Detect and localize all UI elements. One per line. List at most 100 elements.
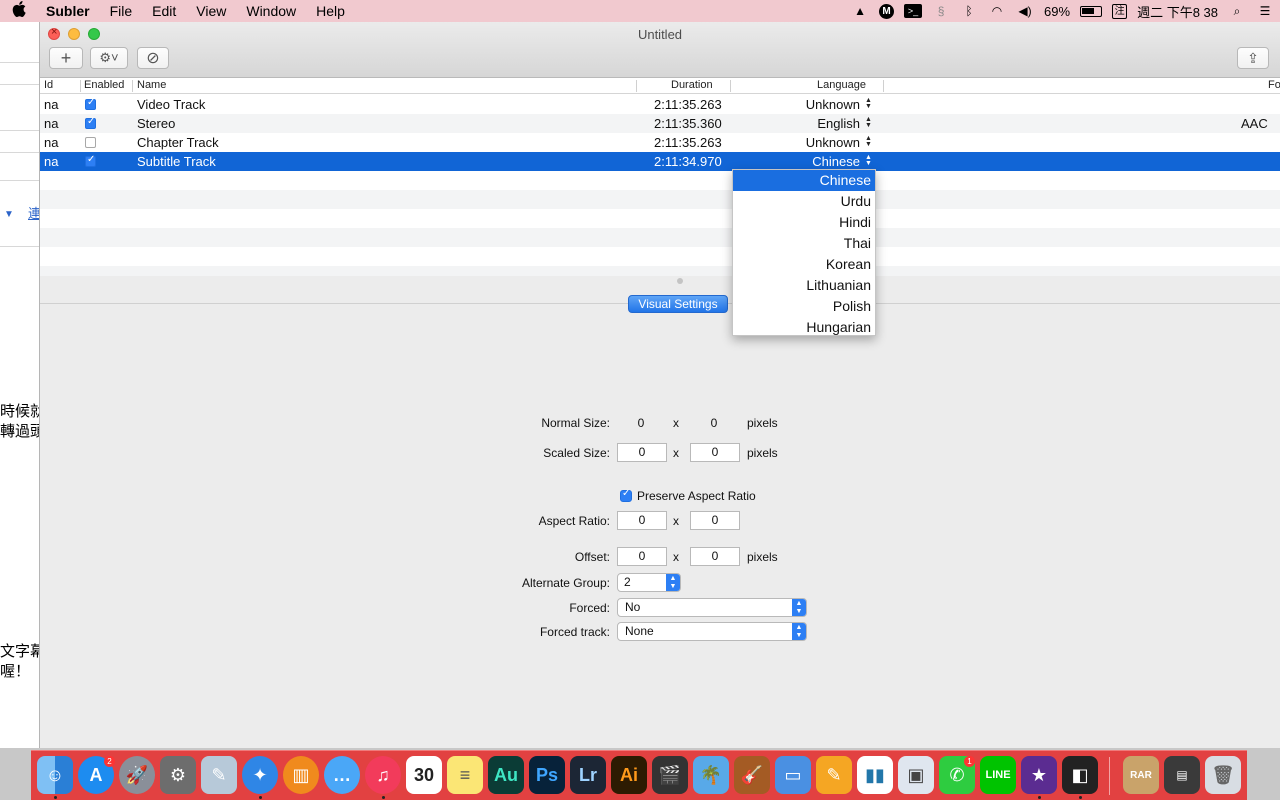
bluetooth-icon[interactable]: ᛒ bbox=[960, 4, 978, 18]
language-option[interactable]: Korean bbox=[733, 254, 875, 275]
track-enabled-checkbox[interactable] bbox=[85, 137, 96, 148]
track-enabled-checkbox[interactable] bbox=[85, 154, 96, 167]
trash-icon[interactable]: 🗑 bbox=[1205, 756, 1241, 794]
language-option[interactable]: Hungarian bbox=[733, 317, 875, 338]
table-row-selected[interactable]: na Subtitle Track 2:11:34.970 Chinese ▲▼ bbox=[40, 152, 1280, 171]
column-header-name[interactable]: Name bbox=[137, 79, 166, 91]
column-header-duration[interactable]: Duration bbox=[671, 79, 713, 91]
google-drive-icon[interactable]: ▲ bbox=[851, 4, 869, 18]
dropdown-arrow-icon[interactable]: ▼ bbox=[4, 205, 14, 225]
language-option[interactable]: Lithuanian bbox=[733, 275, 875, 296]
column-separator[interactable] bbox=[636, 80, 637, 92]
offset-y-field[interactable]: 0 bbox=[690, 547, 740, 566]
itunes-icon[interactable]: ♫ bbox=[365, 756, 401, 794]
preview-icon[interactable]: ✎ bbox=[201, 756, 237, 794]
photo-booth-icon[interactable]: ▣ bbox=[898, 756, 934, 794]
background-text: 轉過頭 bbox=[0, 423, 40, 440]
battery-icon[interactable] bbox=[1080, 5, 1103, 17]
column-header-format[interactable]: Fo bbox=[1268, 79, 1280, 91]
divider-handle-icon[interactable] bbox=[677, 278, 683, 284]
scaled-height-field[interactable]: 0 bbox=[690, 443, 740, 462]
menu-file[interactable]: File bbox=[100, 3, 143, 19]
illustrator-icon[interactable]: Ai bbox=[611, 756, 647, 794]
track-enabled-checkbox[interactable] bbox=[85, 116, 96, 129]
stepper-arrows-icon[interactable]: ▲ ▼ bbox=[865, 116, 872, 129]
apple-menu-icon[interactable] bbox=[0, 1, 38, 21]
action-menu-button[interactable]: ⚙︎˅ bbox=[90, 47, 128, 69]
column-separator[interactable] bbox=[80, 80, 81, 92]
m-app-icon[interactable]: M bbox=[879, 3, 895, 19]
cancel-button[interactable]: ⊘ bbox=[137, 47, 169, 69]
input-method-icon[interactable]: 注 bbox=[1112, 3, 1128, 19]
stepper-arrows-icon[interactable]: ▲ ▼ bbox=[865, 97, 872, 110]
ibooks-icon[interactable]: ▥ bbox=[283, 756, 319, 794]
preserve-aspect-checkbox[interactable] bbox=[620, 488, 632, 502]
imovie-icon[interactable]: ★ bbox=[1021, 756, 1057, 794]
column-header-enabled[interactable]: Enabled bbox=[84, 79, 124, 91]
dvd-player-icon[interactable]: ◧ bbox=[1062, 756, 1098, 794]
language-option[interactable]: Polish bbox=[733, 296, 875, 317]
wifi-icon[interactable]: ◠ bbox=[988, 4, 1006, 18]
column-separator[interactable] bbox=[132, 80, 133, 92]
stepper-arrows-icon[interactable]: ▲ ▼ bbox=[865, 154, 872, 167]
notes-icon[interactable]: ≡ bbox=[447, 756, 483, 794]
column-header-language[interactable]: Language bbox=[817, 79, 866, 91]
alternate-group-select[interactable]: 2 ▲ ▼ bbox=[617, 573, 681, 592]
volume-icon[interactable]: ◀) bbox=[1016, 4, 1034, 18]
terminal-icon[interactable]: >_ bbox=[904, 4, 923, 18]
track-enabled-checkbox[interactable] bbox=[85, 97, 96, 110]
visual-settings-tab[interactable]: Visual Settings bbox=[628, 295, 728, 313]
track-language[interactable]: Unknown bbox=[806, 135, 860, 150]
menu-help[interactable]: Help bbox=[306, 3, 355, 19]
video-converter-icon[interactable]: ▤ bbox=[1164, 756, 1200, 794]
photoshop-icon[interactable]: Ps bbox=[529, 756, 565, 794]
clock[interactable]: 週二 下午8 38 bbox=[1137, 2, 1218, 21]
line-icon[interactable]: LINE bbox=[980, 756, 1016, 794]
table-row[interactable]: na Stereo 2:11:35.360 English ▲▼ AAC bbox=[40, 114, 1280, 133]
finder-icon[interactable]: ☺ bbox=[37, 756, 73, 794]
notification-center-icon[interactable]: ☰ bbox=[1256, 4, 1274, 18]
messages-icon[interactable]: … bbox=[324, 756, 360, 794]
offset-x-field[interactable]: 0 bbox=[617, 547, 667, 566]
system-preferences-icon[interactable]: ⚙ bbox=[160, 756, 196, 794]
menu-window[interactable]: Window bbox=[236, 3, 306, 19]
column-separator[interactable] bbox=[883, 80, 884, 92]
language-option[interactable]: Hindi bbox=[733, 212, 875, 233]
iphoto-icon[interactable]: 🌴 bbox=[693, 756, 729, 794]
spotlight-search-icon[interactable]: ⌕ bbox=[1228, 4, 1246, 18]
aspect-height-field[interactable]: 0 bbox=[690, 511, 740, 530]
language-option[interactable]: Urdu bbox=[733, 191, 875, 212]
menu-app-name[interactable]: Subler bbox=[38, 3, 100, 19]
scaled-width-field[interactable]: 0 bbox=[617, 443, 667, 462]
track-language[interactable]: Chinese bbox=[812, 154, 860, 169]
garageband-icon[interactable]: 🎸 bbox=[734, 756, 770, 794]
language-option[interactable]: Chinese bbox=[733, 170, 875, 191]
launchpad-icon[interactable]: 🚀 bbox=[119, 756, 155, 794]
aspect-width-field[interactable]: 0 bbox=[617, 511, 667, 530]
track-language[interactable]: English bbox=[817, 116, 860, 131]
table-row[interactable]: na Chapter Track 2:11:35.263 Unknown ▲ ▼ bbox=[40, 133, 1280, 152]
stepper-arrows-icon[interactable]: ▲ ▼ bbox=[865, 135, 872, 148]
safari-icon[interactable]: ✦ bbox=[242, 756, 278, 794]
preserve-aspect-label: Preserve Aspect Ratio bbox=[637, 489, 756, 503]
menu-edit[interactable]: Edit bbox=[142, 3, 186, 19]
pages-icon[interactable]: ✎ bbox=[816, 756, 852, 794]
menu-view[interactable]: View bbox=[186, 3, 236, 19]
forced-select[interactable]: No ▲ ▼ bbox=[617, 598, 807, 617]
lightroom-icon[interactable]: Lr bbox=[570, 756, 606, 794]
numbers-icon[interactable]: ▮▮ bbox=[857, 756, 893, 794]
language-option[interactable]: Thai bbox=[733, 233, 875, 254]
track-language[interactable]: Unknown bbox=[806, 97, 860, 112]
final-cut-pro-icon[interactable]: 🎬 bbox=[652, 756, 688, 794]
column-header-id[interactable]: Id bbox=[44, 79, 53, 91]
keynote-icon[interactable]: ▭ bbox=[775, 756, 811, 794]
share-button[interactable]: ⇪ bbox=[1237, 47, 1269, 69]
shazam-icon[interactable]: § bbox=[932, 4, 950, 18]
rar-archive-icon[interactable]: RAR bbox=[1123, 756, 1159, 794]
calendar-icon[interactable]: 30 bbox=[406, 756, 442, 794]
table-row[interactable]: na Video Track 2:11:35.263 Unknown ▲▼ bbox=[40, 95, 1280, 114]
add-track-button[interactable]: + bbox=[49, 47, 83, 69]
column-separator[interactable] bbox=[730, 80, 731, 92]
forced-track-select[interactable]: None ▲ ▼ bbox=[617, 622, 807, 641]
audition-icon[interactable]: Au bbox=[488, 756, 524, 794]
